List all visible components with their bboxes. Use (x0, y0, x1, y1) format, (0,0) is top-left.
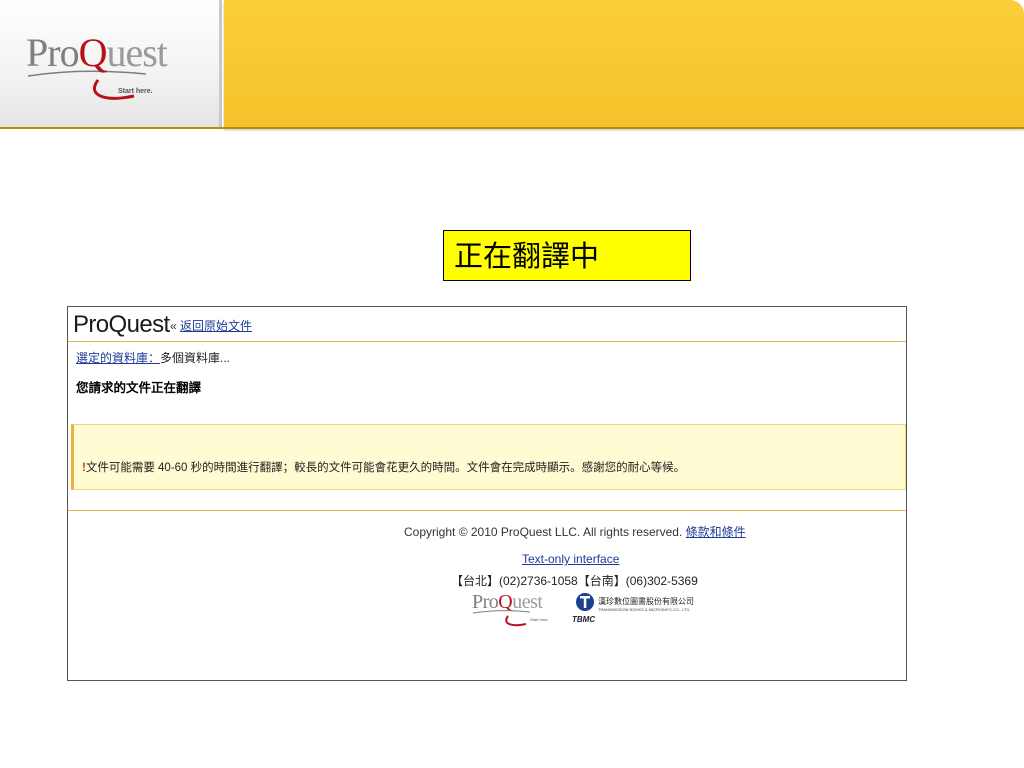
tbmc-name-en: TRANSMISSION BOOKS & MICROINFO CO., LTD. (598, 607, 691, 612)
back-to-original-link[interactable]: 返回原始文件 (180, 319, 252, 333)
footer-proquest-logo: ProQuest Start here. (472, 591, 552, 631)
copyright-text: Copyright © 2010 ProQuest LLC. All right… (404, 525, 683, 539)
tbmc-abbr: TBMC (572, 615, 596, 624)
selected-databases-link[interactable]: 選定的資料庫： (76, 351, 160, 365)
footer-logo-swoosh-icon (472, 610, 531, 627)
request-title: 您請求的文件正在翻譯 (76, 381, 202, 395)
tbmc-logo: 漢珍數位圖書股份有限公司 TRANSMISSION BOOKS & MICROI… (572, 590, 702, 632)
text-only-link[interactable]: Text-only interface (522, 552, 619, 566)
page-topbar: ProQuest « 返回原始文件 (68, 307, 906, 342)
header-bar (224, 0, 1024, 128)
notice-text-row: !文件可能需要 40-60 秒的時間進行翻譯；較長的文件可能會花更久的時間。文件… (82, 459, 685, 475)
phone-numbers: 【台北】(02)2736-1058【台南】(06)302-5369 (451, 574, 698, 588)
selected-databases: 選定的資料庫：多個資料庫... (76, 349, 230, 366)
translation-page-screenshot: ProQuest « 返回原始文件 選定的資料庫：多個資料庫... 您請求的文件… (67, 306, 907, 681)
footer-logo-tagline: Start here. (530, 617, 549, 622)
tbmc-name: 漢珍數位圖書股份有限公司 (598, 597, 694, 606)
proquest-logo: ProQuest Start here. (26, 30, 201, 110)
page-logo: ProQuest (73, 311, 170, 338)
notice-text: 文件可能需要 40-60 秒的時間進行翻譯；較長的文件可能會花更久的時間。文件會… (85, 462, 686, 474)
terms-link[interactable]: 條款和條件 (686, 525, 746, 539)
translating-label: 正在翻譯中 (443, 230, 691, 281)
logo-wordmark: ProQuest (26, 30, 168, 75)
back-link-area: « 返回原始文件 (170, 317, 252, 334)
tbmc-emblem-icon (576, 593, 594, 611)
footer-divider (68, 510, 906, 511)
header-divider (0, 127, 1024, 129)
databases-value: 多個資料庫... (160, 351, 231, 365)
copyright-row: Copyright © 2010 ProQuest LLC. All right… (404, 523, 746, 540)
logo-tagline: Start here. (118, 88, 153, 95)
header-logo-panel: ProQuest Start here. (0, 0, 222, 128)
notice-box: !文件可能需要 40-60 秒的時間進行翻譯；較長的文件可能會花更久的時間。文件… (71, 424, 906, 490)
back-arrow-icon: « (170, 319, 177, 333)
